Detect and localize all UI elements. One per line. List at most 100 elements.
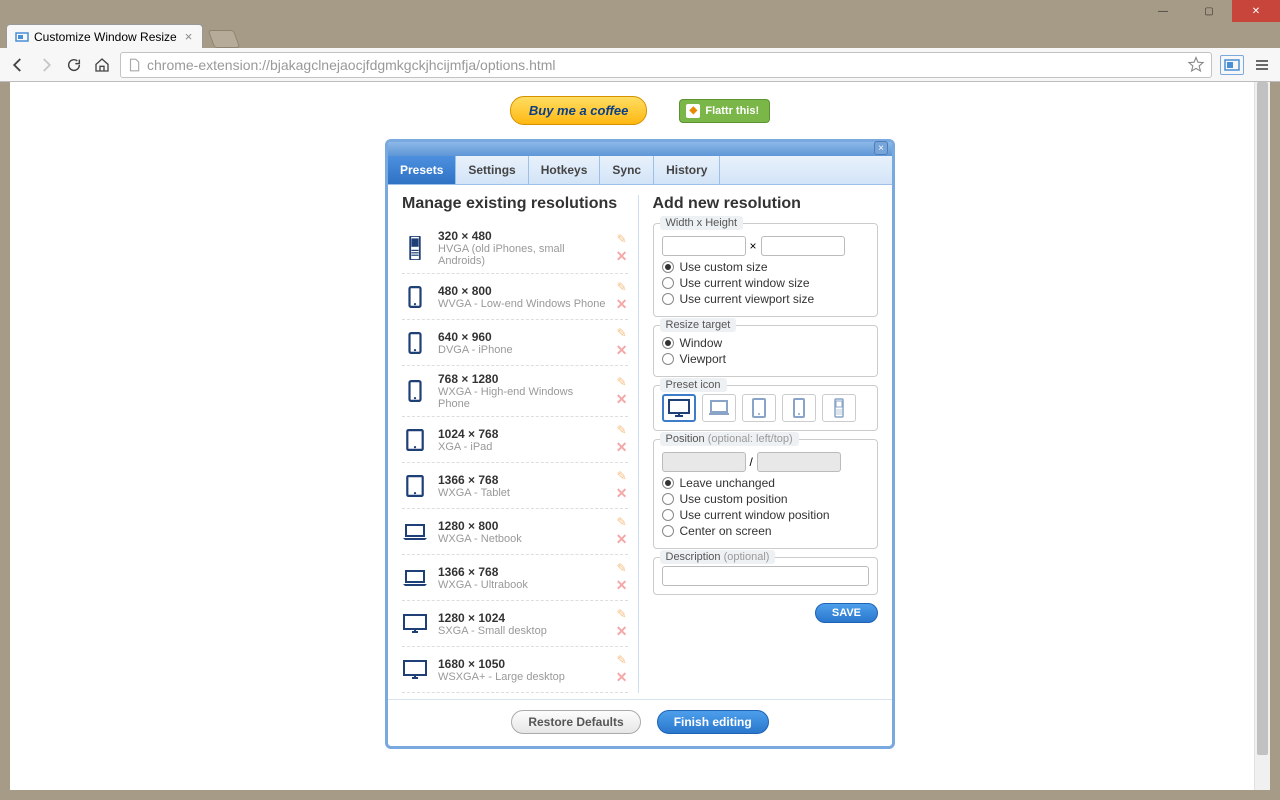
flattr-icon: ◆ [686, 104, 700, 118]
star-icon[interactable] [1187, 56, 1205, 74]
delete-icon[interactable]: ✕ [616, 248, 628, 265]
buy-coffee-button[interactable]: Buy me a coffee [510, 96, 647, 125]
resolution-item: 1366 × 768WXGA - Tablet ✎ ✕ [402, 463, 628, 509]
delete-icon[interactable]: ✕ [616, 296, 628, 313]
resolution-desc: WXGA - High-end Windows Phone [438, 386, 606, 410]
radio-option[interactable]: Viewport [662, 352, 870, 366]
icon-opt-phone[interactable] [782, 394, 816, 422]
radio-option[interactable]: Use current window size [662, 276, 870, 290]
radio-option[interactable]: Leave unchanged [662, 476, 870, 490]
tab-hotkeys[interactable]: Hotkeys [529, 156, 601, 184]
resolution-size: 640 × 960 [438, 330, 606, 344]
edit-icon[interactable]: ✎ [617, 375, 627, 389]
resolution-size: 768 × 1280 [438, 372, 606, 386]
forward-button[interactable] [36, 55, 56, 75]
resolution-item: 320 × 480HVGA (old iPhones, small Androi… [402, 223, 628, 274]
radio-icon [662, 261, 674, 273]
icon-opt-featurephone[interactable] [822, 394, 856, 422]
description-input[interactable] [662, 566, 870, 586]
edit-icon[interactable]: ✎ [617, 423, 627, 437]
window-minimize-button[interactable]: — [1140, 0, 1186, 22]
delete-icon[interactable]: ✕ [616, 485, 628, 502]
desc-legend: Description (optional) [660, 550, 776, 564]
panel-header: × [388, 142, 892, 156]
device-icon [402, 519, 428, 545]
delete-icon[interactable]: ✕ [616, 342, 628, 359]
resolution-size: 1280 × 1024 [438, 611, 606, 625]
extension-button[interactable] [1220, 55, 1244, 75]
radio-option[interactable]: Use custom size [662, 260, 870, 274]
resolution-desc: SXGA - Small desktop [438, 625, 606, 637]
radio-option[interactable]: Use custom position [662, 492, 870, 506]
icon-opt-laptop[interactable] [702, 394, 736, 422]
resolution-size: 1024 × 768 [438, 427, 606, 441]
panel-close-button[interactable]: × [874, 141, 888, 155]
resolution-desc: WXGA - Netbook [438, 533, 606, 545]
resolution-size: 1280 × 800 [438, 519, 606, 533]
browser-tab[interactable]: Customize Window Resize × [6, 24, 203, 48]
delete-icon[interactable]: ✕ [616, 623, 628, 640]
icon-legend: Preset icon [660, 378, 727, 392]
delete-icon[interactable]: ✕ [616, 439, 628, 456]
scrollbar-vertical[interactable] [1254, 82, 1270, 790]
edit-icon[interactable]: ✎ [617, 232, 627, 246]
icon-opt-tablet[interactable] [742, 394, 776, 422]
delete-icon[interactable]: ✕ [616, 669, 628, 686]
delete-icon[interactable]: ✕ [616, 531, 628, 548]
radio-icon [662, 337, 674, 349]
radio-option[interactable]: Window [662, 336, 870, 350]
icon-picker [662, 394, 870, 422]
resolution-item: 1366 × 768WXGA - Ultrabook✎✕ [402, 555, 628, 601]
back-button[interactable] [8, 55, 28, 75]
resolution-desc: WSXGA+ - Large desktop [438, 671, 606, 683]
edit-icon[interactable]: ✎ [617, 515, 627, 529]
edit-icon[interactable]: ✎ [617, 469, 627, 483]
tab-close-icon[interactable]: × [185, 29, 193, 44]
finish-editing-button[interactable]: Finish editing [657, 710, 769, 734]
restore-defaults-button[interactable]: Restore Defaults [511, 710, 640, 734]
radio-option[interactable]: Use current viewport size [662, 292, 870, 306]
tab-history[interactable]: History [654, 156, 720, 184]
wh-legend: Width x Height [660, 216, 744, 230]
edit-icon[interactable]: ✎ [617, 280, 627, 294]
resolution-item: 480 × 800WVGA - Low-end Windows Phone✎✕ [402, 274, 628, 320]
menu-button[interactable] [1252, 55, 1272, 75]
browser-toolbar: chrome-extension://bjakagclnejaocjfdgmkg… [0, 48, 1280, 82]
save-button[interactable]: SAVE [815, 603, 878, 623]
resolution-size: 1366 × 768 [438, 565, 606, 579]
browser-tab-strip: Customize Window Resize × [0, 22, 1280, 48]
pos-legend: Position (optional: left/top) [660, 432, 799, 446]
tab-settings[interactable]: Settings [456, 156, 528, 184]
width-input[interactable] [662, 236, 746, 256]
device-icon [402, 565, 428, 591]
flattr-button[interactable]: ◆Flattr this! [679, 99, 770, 123]
home-button[interactable] [92, 55, 112, 75]
radio-icon [662, 493, 674, 505]
resolution-desc: WXGA - Tablet [438, 487, 606, 499]
edit-icon[interactable]: ✎ [617, 561, 627, 575]
edit-icon[interactable]: ✎ [617, 607, 627, 621]
tab-presets[interactable]: Presets [388, 156, 456, 184]
url-text: chrome-extension://bjakagclnejaocjfdgmkg… [147, 57, 1187, 73]
tab-favicon [15, 30, 29, 44]
resolution-size: 480 × 800 [438, 284, 606, 298]
page-content: Buy me a coffee ◆Flattr this! × PresetsS… [10, 82, 1270, 790]
delete-icon[interactable]: ✕ [616, 577, 628, 594]
radio-option[interactable]: Center on screen [662, 524, 870, 538]
delete-icon[interactable]: ✕ [616, 391, 628, 408]
window-maximize-button[interactable]: ▢ [1186, 0, 1232, 22]
height-input[interactable] [761, 236, 845, 256]
window-close-button[interactable]: ✕ [1232, 0, 1280, 22]
url-bar[interactable]: chrome-extension://bjakagclnejaocjfdgmkg… [120, 52, 1212, 78]
resolution-item: 768 × 1280WXGA - High-end Windows Phone ✎… [402, 366, 628, 417]
position-group: Position (optional: left/top) / Leave un… [653, 439, 879, 549]
resolution-size: 1366 × 768 [438, 473, 606, 487]
edit-icon[interactable]: ✎ [617, 653, 627, 667]
edit-icon[interactable]: ✎ [617, 326, 627, 340]
reload-button[interactable] [64, 55, 84, 75]
tab-sync[interactable]: Sync [600, 156, 654, 184]
radio-option[interactable]: Use current window position [662, 508, 870, 522]
icon-opt-desktop[interactable] [662, 394, 696, 422]
resize-target-group: Resize target WindowViewport [653, 325, 879, 377]
new-tab-button[interactable] [208, 30, 241, 48]
